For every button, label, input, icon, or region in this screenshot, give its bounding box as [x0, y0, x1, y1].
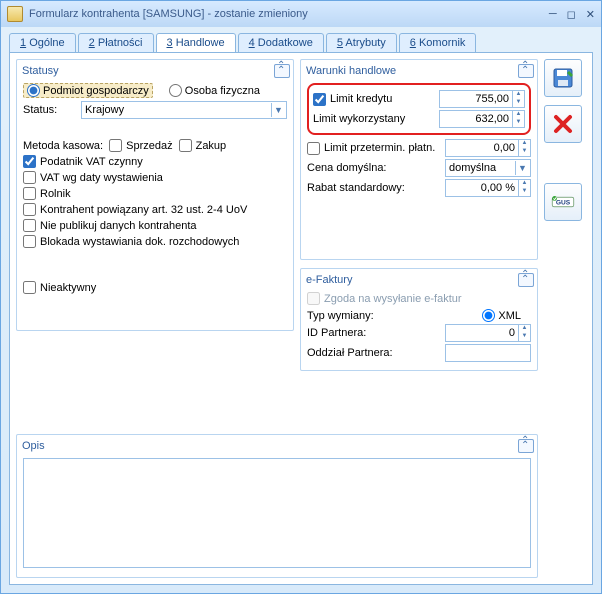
- check-zakup[interactable]: Zakup: [179, 139, 227, 152]
- title-bar: Formularz kontrahenta [SAMSUNG] - zostan…: [1, 1, 601, 27]
- floppy-disk-icon: [551, 66, 575, 90]
- limit-wykorzystany-input[interactable]: 632,00▲▼: [439, 110, 525, 128]
- typ-wymiany-label: Typ wymiany:: [307, 310, 478, 322]
- check-rolnik[interactable]: Rolnik: [23, 187, 287, 200]
- warunki-group: Warunki handlowe Limit kredytu 755,00▲▼ …: [300, 59, 538, 260]
- tab-bar: 1 Ogólne 2 Płatności 3 Handlowe 4 Dodatk…: [1, 27, 601, 52]
- radio-osoba-fizyczna[interactable]: Osoba fizyczna: [169, 84, 260, 97]
- opis-group: Opis: [16, 434, 538, 578]
- check-nie-publikuj[interactable]: Nie publikuj danych kontrahenta: [23, 219, 287, 232]
- check-limit-kredytu[interactable]: Limit kredytu: [313, 93, 435, 106]
- opis-textarea[interactable]: [23, 458, 531, 568]
- limit-kredytu-input[interactable]: 755,00▲▼: [439, 90, 525, 108]
- status-label: Status:: [23, 104, 75, 116]
- limit-wykorzystany-label: Limit wykorzystany: [313, 113, 435, 125]
- collapse-icon[interactable]: [518, 439, 534, 453]
- tab-handlowe[interactable]: 3 Handlowe: [156, 33, 236, 52]
- collapse-icon[interactable]: [518, 64, 534, 78]
- status-combo[interactable]: Krajowy▼: [81, 101, 287, 119]
- gus-icon: GUS: [551, 190, 575, 214]
- chevron-down-icon: ▼: [515, 161, 529, 175]
- tab-platnosci[interactable]: 2 Płatności: [78, 33, 154, 52]
- check-nieaktywny[interactable]: Nieaktywny: [23, 281, 287, 294]
- check-sprzedaz[interactable]: Sprzedaż: [109, 139, 172, 152]
- tab-ogolne[interactable]: 1 Ogólne: [9, 33, 76, 52]
- tab-atrybuty[interactable]: 5 Atrybuty: [326, 33, 397, 52]
- warunki-title: Warunki handlowe: [304, 63, 518, 79]
- statusy-group: Statusy Podmiot gospodarczy Osoba fizycz…: [16, 59, 294, 331]
- tab-komornik[interactable]: 6 Komornik: [399, 33, 477, 52]
- radio-podmiot-gospodarczy[interactable]: Podmiot gospodarczy: [23, 83, 153, 98]
- save-button[interactable]: [544, 59, 582, 97]
- app-icon: [7, 6, 23, 22]
- oddzial-partnera-label: Oddział Partnera:: [307, 347, 441, 359]
- close-icon: [551, 112, 575, 136]
- tab-dodatkowe[interactable]: 4 Dodatkowe: [238, 33, 324, 52]
- cena-domyslna-label: Cena domyślna:: [307, 162, 441, 174]
- maximize-button[interactable]: ◻: [567, 8, 576, 21]
- opis-title: Opis: [20, 438, 518, 454]
- efaktury-group: e-Faktury Zgoda na wysyłanie e-faktur Ty…: [300, 268, 538, 371]
- check-powiazany[interactable]: Kontrahent powiązany art. 32 ust. 2-4 Uo…: [23, 203, 287, 216]
- window-title: Formularz kontrahenta [SAMSUNG] - zostan…: [29, 8, 549, 20]
- highlighted-limits: Limit kredytu 755,00▲▼ Limit wykorzystan…: [307, 83, 531, 135]
- check-limit-przeterm[interactable]: Limit przetermin. płatn.: [307, 142, 441, 155]
- id-partnera-label: ID Partnera:: [307, 327, 441, 339]
- check-vat-data[interactable]: VAT wg daty wystawienia: [23, 171, 287, 184]
- radio-xml[interactable]: XML: [482, 309, 521, 322]
- efaktury-title: e-Faktury: [304, 272, 518, 288]
- cena-domyslna-combo[interactable]: domyślna▼: [445, 159, 531, 177]
- cancel-button[interactable]: [544, 105, 582, 143]
- id-partnera-input[interactable]: 0▲▼: [445, 324, 531, 342]
- svg-text:GUS: GUS: [556, 199, 571, 206]
- collapse-icon[interactable]: [518, 273, 534, 287]
- check-vat-czynny[interactable]: Podatnik VAT czynny: [23, 155, 287, 168]
- oddzial-partnera-input[interactable]: [445, 344, 531, 362]
- minimize-button[interactable]: ─: [549, 8, 557, 21]
- check-blokada[interactable]: Blokada wystawiania dok. rozchodowych: [23, 235, 287, 248]
- statusy-title: Statusy: [20, 63, 274, 79]
- chevron-down-icon: ▼: [271, 103, 285, 117]
- collapse-icon[interactable]: [274, 64, 290, 78]
- check-zgoda-efaktur[interactable]: Zgoda na wysyłanie e-faktur: [307, 292, 531, 305]
- limit-przeterm-input[interactable]: 0,00▲▼: [445, 139, 531, 157]
- rabat-label: Rabat standardowy:: [307, 182, 441, 194]
- gus-button[interactable]: GUS: [544, 183, 582, 221]
- close-button[interactable]: ✕: [586, 8, 595, 21]
- metoda-label: Metoda kasowa:: [23, 140, 103, 152]
- rabat-input[interactable]: 0,00 %▲▼: [445, 179, 531, 197]
